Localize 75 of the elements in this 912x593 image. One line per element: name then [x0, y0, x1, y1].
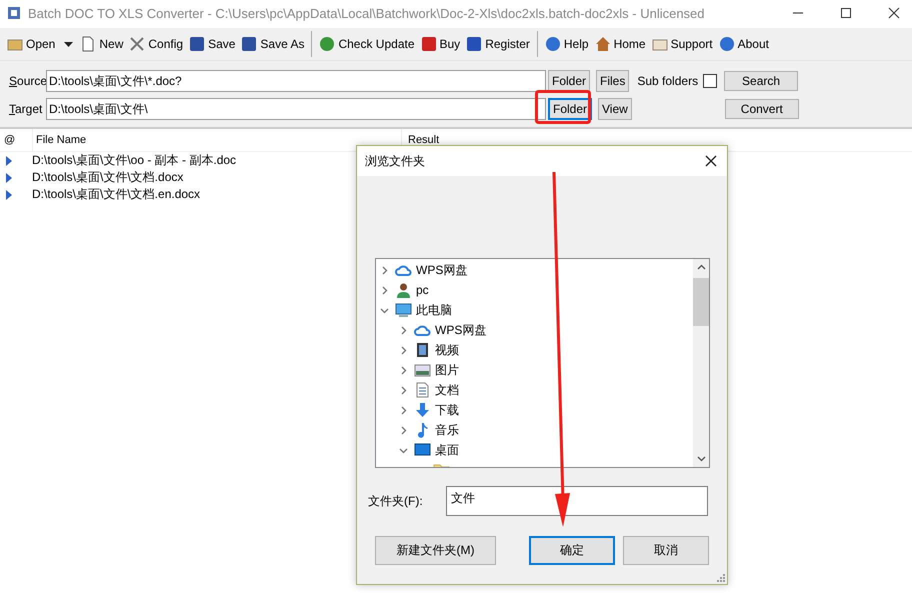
chevron-icon[interactable]: [399, 426, 408, 434]
toolbar-icon: [241, 36, 258, 52]
tree-item[interactable]: 图片: [435, 362, 459, 378]
toolbar-icon: [544, 36, 561, 52]
folder-label: 文件夹(F):: [368, 492, 424, 510]
subfolders-label: Sub folders: [637, 74, 698, 88]
toolbar-icon: [189, 36, 206, 52]
scroll-down-icon[interactable]: [696, 456, 706, 462]
subfolders-checkbox[interactable]: [703, 74, 718, 88]
chevron-icon[interactable]: [399, 446, 408, 454]
dialog-button[interactable]: 确定: [529, 536, 615, 565]
scroll-up-icon[interactable]: [696, 264, 706, 270]
chevron-icon[interactable]: [399, 326, 408, 334]
file-path: D:\tools\桌面\文件\文档.docx: [32, 169, 184, 186]
tree-item[interactable]: WPS网盘: [416, 262, 468, 278]
source-field[interactable]: D:\tools\桌面\文件\*.doc?: [46, 70, 546, 92]
tree-item[interactable]: 桌面: [435, 442, 459, 458]
chevron-icon[interactable]: [380, 266, 389, 274]
toolbar-button[interactable]: Home: [592, 36, 649, 52]
scrollbar-thumb[interactable]: [693, 278, 709, 326]
toolbar-button[interactable]: Save: [186, 36, 238, 52]
search-button[interactable]: Search: [724, 71, 798, 91]
field-label: Source: [8, 74, 46, 88]
chevron-icon[interactable]: [399, 386, 408, 394]
toolbar-icon: [319, 36, 336, 52]
tree-item[interactable]: pc: [416, 283, 429, 297]
close-icon[interactable]: [888, 7, 900, 19]
maximize-icon[interactable]: [840, 7, 852, 19]
toolbar-button[interactable]: About: [716, 36, 772, 52]
toolbar-icon: [129, 36, 146, 52]
field-label: Target: [8, 102, 44, 116]
tree-item[interactable]: 文档: [435, 382, 459, 398]
folder-button[interactable]: View: [598, 98, 632, 120]
toolbar-button[interactable]: Buy: [418, 36, 464, 52]
dropdown-caret-icon[interactable]: [64, 42, 74, 46]
toolbar-button[interactable]: Check Update: [316, 36, 418, 52]
file-path: D:\tools\桌面\文件\oo - 副本 - 副本.doc: [32, 152, 236, 169]
dialog-button[interactable]: 取消: [623, 536, 709, 565]
resize-grip-icon[interactable]: [716, 573, 725, 582]
toolbar-icon: [594, 36, 611, 52]
folder-button[interactable]: Folder: [548, 98, 592, 120]
toolbar-button[interactable]: Save As: [238, 36, 308, 52]
toolbar-icon: [80, 36, 96, 52]
toolbar-button[interactable]: Open: [4, 36, 58, 52]
close-icon[interactable]: [705, 155, 717, 167]
dialog-title: 浏览文件夹: [365, 152, 425, 170]
toolbar-icon: [718, 36, 735, 52]
toolbar-button[interactable]: Support: [648, 36, 716, 52]
folder-button[interactable]: Folder: [548, 70, 590, 92]
toolbar-button[interactable]: Help: [542, 36, 592, 52]
app-icon: [6, 5, 22, 21]
toolbar-button[interactable]: New: [77, 36, 126, 52]
toolbar-icon: [466, 36, 482, 52]
toolbar-button[interactable]: Register: [463, 36, 533, 52]
chevron-icon[interactable]: [399, 346, 408, 354]
chevron-icon[interactable]: [380, 286, 389, 294]
dialog-button[interactable]: 新建文件夹(M): [375, 536, 496, 565]
convert-button[interactable]: Convert: [724, 99, 799, 119]
tree-item[interactable]: 此电脑: [416, 302, 452, 318]
target-field[interactable]: D:\tools\桌面\文件\: [46, 98, 546, 120]
toolbar-button[interactable]: Config: [126, 36, 186, 52]
column-header[interactable]: @: [0, 134, 32, 146]
chevron-icon[interactable]: [380, 306, 389, 314]
folder-name-field[interactable]: 文件: [446, 486, 708, 516]
toolbar-icon: [420, 36, 436, 52]
window-title: Batch DOC TO XLS Converter - C:\Users\pc\AppData\Local\Batchwork\Doc-2-Xls\doc2xls.batch-doc2xls - Unlicensed: [28, 6, 705, 20]
chevron-icon[interactable]: [399, 406, 408, 414]
highlight-frame: [535, 90, 591, 124]
tree-item[interactable]: WPS网盘: [435, 322, 486, 338]
tree-item[interactable]: 下载: [435, 402, 459, 418]
tree-item[interactable]: 音乐: [435, 422, 459, 438]
tree-item[interactable]: 视频: [435, 342, 459, 358]
folder-button[interactable]: Files: [596, 70, 630, 92]
file-path: D:\tools\桌面\文件\文档.en.docx: [32, 186, 200, 203]
chevron-icon[interactable]: [399, 366, 408, 374]
